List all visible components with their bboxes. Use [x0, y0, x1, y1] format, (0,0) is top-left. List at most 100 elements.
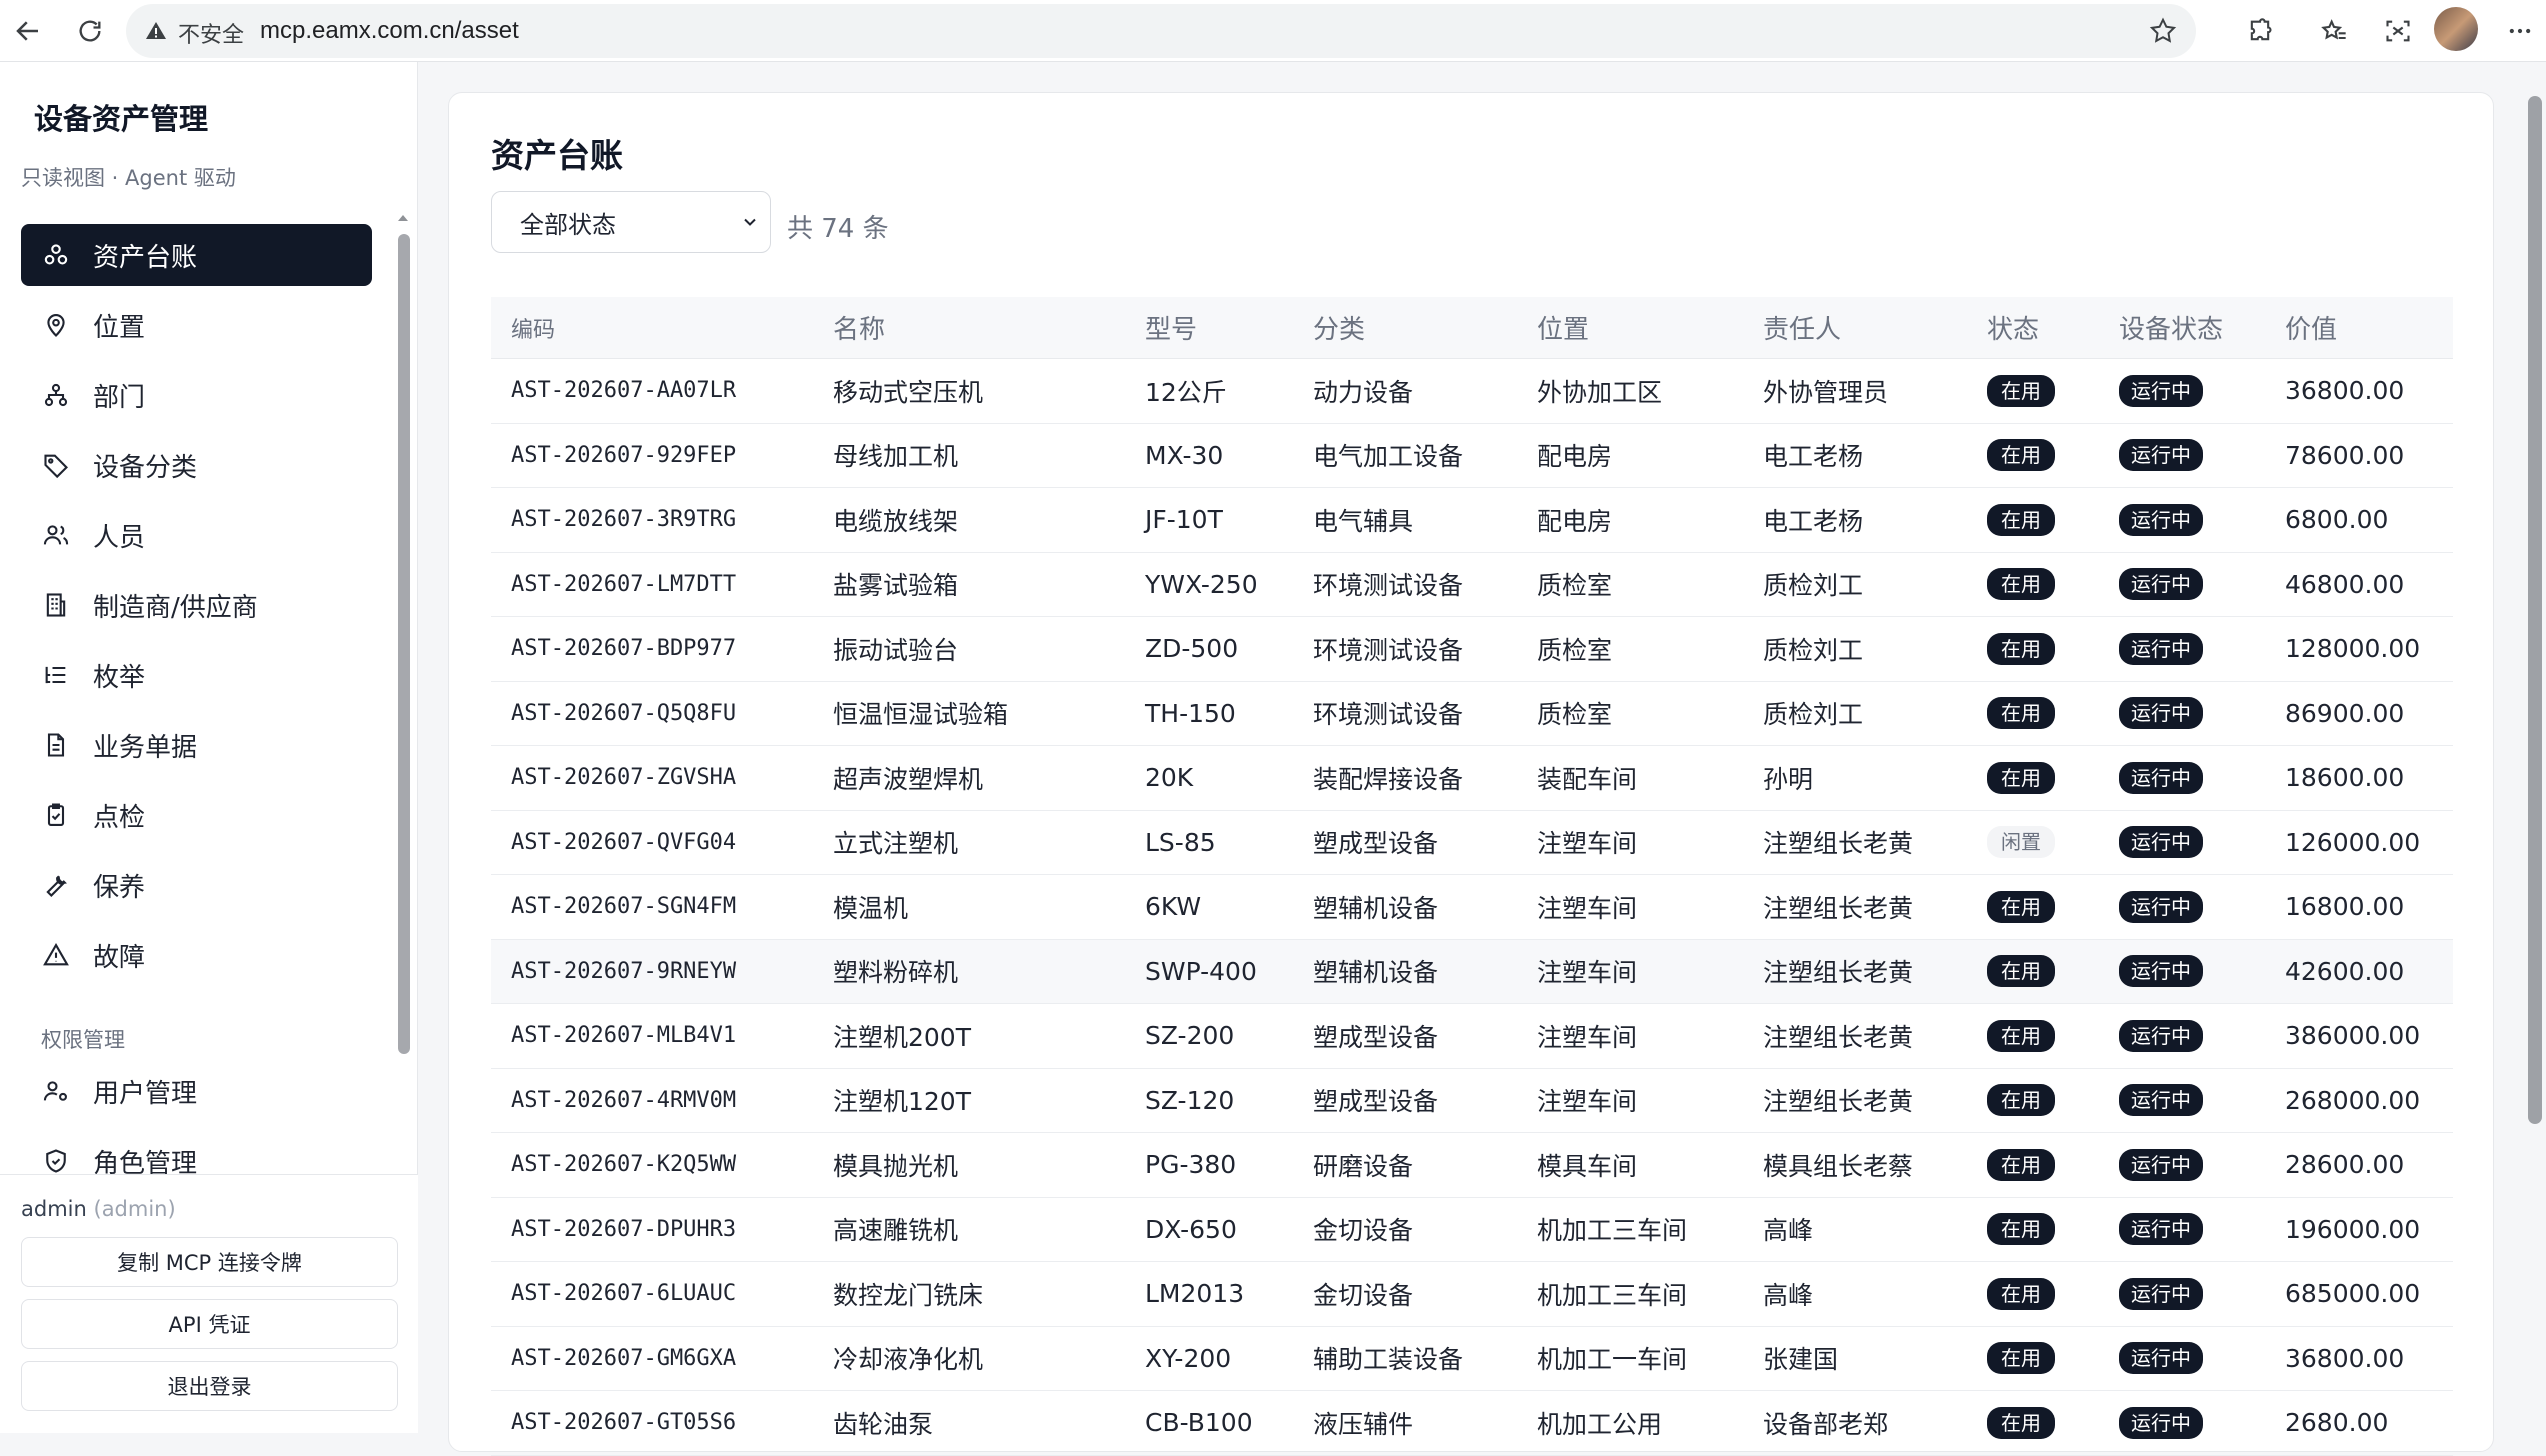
table-row[interactable]: AST-202607-6LUAUC 数控龙门铣床 LM2013 金切设备 机加工三车间 高…	[491, 1262, 2453, 1327]
asset-name: 冷却液净化机	[833, 1345, 984, 1375]
table-row[interactable]: AST-202607-Q5Q8FU 恒温恒湿试验箱 TH-150 环境测试设备 质检室 质…	[491, 682, 2453, 746]
asset-name: 模具抛光机	[833, 1151, 959, 1181]
sidebar-item-label: 部门	[93, 382, 146, 413]
user-name: admin	[21, 1197, 87, 1221]
asset-owner: 电工老杨	[1763, 442, 1864, 472]
column-header[interactable]: 状态	[1967, 309, 2099, 346]
sidebar-item-maintenance[interactable]: 保养	[21, 854, 372, 916]
reload-button[interactable]	[68, 9, 112, 53]
table-row[interactable]: AST-202607-ZGVSHA 超声波塑焊机 20K 装配焊接设备 装配车间 孙明 在用…	[491, 746, 2453, 811]
scroll-up-icon[interactable]	[396, 212, 410, 224]
sidebar-item-fault[interactable]: 故障	[21, 924, 372, 986]
table-row[interactable]: AST-202607-4RMV0M 注塑机120T SZ-120 塑成型设备 注塑车间 注…	[491, 1069, 2453, 1133]
sidebar-item-people[interactable]: 人员	[21, 504, 372, 566]
asset-value: 685000.00	[2285, 1279, 2421, 1309]
people-icon	[41, 520, 71, 550]
asset-location: 注塑车间	[1537, 958, 1638, 988]
device-status-cell: 运行中	[2099, 374, 2265, 407]
api-credentials-button[interactable]: API 凭证	[21, 1299, 398, 1349]
asset-model: DX-650	[1145, 1214, 1237, 1244]
address-bar[interactable]: 不安全 mcp.eamx.com.cn/asset	[126, 4, 2196, 58]
table-row[interactable]: AST-202607-SGN4FM 模温机 6KW 塑辅机设备 注塑车间 注塑组长老黄 在用…	[491, 875, 2453, 940]
table-row[interactable]: AST-202607-929FEP 母线加工机 MX-30 电气加工设备 配电房 电工老杨…	[491, 424, 2453, 488]
asset-model: 6KW	[1145, 892, 1202, 922]
device-status-cell: 运行中	[2099, 697, 2265, 730]
table-row[interactable]: AST-202607-DPUHR3 高速雕铣机 DX-650 金切设备 机加工三车间 高峰…	[491, 1198, 2453, 1262]
device-status-cell: 运行中	[2099, 1277, 2265, 1310]
table-row[interactable]: AST-202607-9RNEYW 塑料粉碎机 SWP-400 塑辅机设备 注塑车间 注塑…	[491, 939, 2453, 1004]
logout-button[interactable]: 退出登录	[21, 1361, 398, 1411]
asset-category: 环境测试设备	[1313, 700, 1464, 730]
back-button[interactable]	[6, 9, 50, 53]
sidebar-item-manufacturer[interactable]: 制造商/供应商	[21, 574, 372, 636]
sidebar-scroll-thumb[interactable]	[398, 234, 410, 1054]
asset-value: 86900.00	[2285, 698, 2405, 728]
sidebar-item-inspection[interactable]: 点检	[21, 784, 372, 846]
sidebar-item-assets[interactable]: 资产台账	[21, 224, 372, 286]
asset-category: 环境测试设备	[1313, 571, 1464, 601]
sidebar-item-enum[interactable]: 枚举	[21, 644, 372, 706]
column-header[interactable]: 设备状态	[2099, 309, 2265, 346]
asset-model: TH-150	[1145, 698, 1236, 728]
device-status-badge: 运行中	[2119, 1213, 2203, 1246]
column-header[interactable]: 编码	[491, 312, 813, 344]
asset-category: 研磨设备	[1313, 1151, 1414, 1181]
profile-avatar[interactable]	[2434, 7, 2478, 51]
favorites-button[interactable]	[2314, 11, 2354, 51]
table-row[interactable]: AST-202607-K2Q5WW 模具抛光机 PG-380 研磨设备 模具车间 模具组长…	[491, 1133, 2453, 1198]
device-status-badge: 运行中	[2119, 697, 2203, 730]
asset-location: 配电房	[1537, 506, 1613, 536]
user-gear-icon	[41, 1076, 71, 1106]
table-row[interactable]: AST-202607-GT05S6 齿轮油泵 CB-B100 液压辅件 机加工公用 设备部…	[491, 1391, 2453, 1456]
sidebar-item-user-management[interactable]: 用户管理	[21, 1060, 372, 1122]
asset-category: 金切设备	[1313, 1216, 1414, 1246]
column-header[interactable]: 价值	[2265, 309, 2453, 346]
sidebar-item-location[interactable]: 位置	[21, 294, 372, 356]
sidebar-item-category[interactable]: 设备分类	[21, 434, 372, 496]
column-header[interactable]: 位置	[1517, 309, 1743, 346]
more-menu-button[interactable]	[2500, 11, 2540, 51]
status-filter-select[interactable]: 全部状态	[491, 191, 771, 253]
sidebar-item-label: 点检	[93, 802, 146, 833]
url-text[interactable]: mcp.eamx.com.cn/asset	[260, 17, 519, 45]
bookmark-star-icon[interactable]	[2148, 16, 2178, 46]
status-cell: 在用	[1967, 890, 2099, 923]
column-header[interactable]: 分类	[1293, 309, 1517, 346]
table-row[interactable]: AST-202607-BDP977 振动试验台 ZD-500 环境测试设备 质检室 质检刘…	[491, 617, 2453, 682]
asset-name: 盐雾试验箱	[833, 571, 959, 601]
status-cell: 在用	[1967, 761, 2099, 794]
asset-owner: 质检刘工	[1763, 635, 1864, 665]
status-cell: 在用	[1967, 1084, 2099, 1117]
table-row[interactable]: AST-202607-MLB4V1 注塑机200T SZ-200 塑成型设备 注塑车间 注…	[491, 1004, 2453, 1069]
asset-code: AST-202607-AA07LR	[511, 378, 737, 404]
sidebar-item-label: 保养	[93, 872, 146, 903]
asset-model: SZ-120	[1145, 1085, 1235, 1115]
sidebar-item-department[interactable]: 部门	[21, 364, 372, 426]
table-row[interactable]: AST-202607-LM7DTT 盐雾试验箱 YWX-250 环境测试设备 质检室 质检…	[491, 553, 2453, 617]
page-scrollbar-thumb[interactable]	[2528, 96, 2542, 1124]
asset-location: 质检室	[1537, 700, 1613, 730]
asset-name: 移动式空压机	[833, 377, 984, 407]
status-badge: 在用	[1987, 1213, 2055, 1246]
table-header: 编码 名称 型号 分类 位置 责任人 状态 设备状态 价值	[491, 297, 2453, 359]
asset-category: 动力设备	[1313, 377, 1414, 407]
table-row[interactable]: AST-202607-QVFG04 立式注塑机 LS-85 塑成型设备 注塑车间 注塑组长…	[491, 811, 2453, 875]
table-row[interactable]: AST-202607-AA07LR 移动式空压机 12公斤 动力设备 外协加工区 外协管理…	[491, 359, 2453, 424]
column-header[interactable]: 型号	[1125, 309, 1293, 346]
asset-code: AST-202607-DPUHR3	[511, 1216, 737, 1242]
extensions-button[interactable]	[2240, 11, 2280, 51]
asset-model: SWP-400	[1145, 956, 1257, 986]
status-cell: 在用	[1967, 374, 2099, 407]
asset-value: 196000.00	[2285, 1214, 2421, 1244]
asset-value: 16800.00	[2285, 892, 2405, 922]
asset-location: 注塑车间	[1537, 829, 1638, 859]
table-row[interactable]: AST-202607-GM6GXA 冷却液净化机 XY-200 辅助工装设备 机加工一车…	[491, 1327, 2453, 1391]
sidebar-item-documents[interactable]: 业务单据	[21, 714, 372, 776]
asset-owner: 注塑组长老黄	[1763, 958, 1914, 988]
table-row[interactable]: AST-202607-3R9TRG 电缆放线架 JF-10T 电气辅具 配电房 电工老杨 在…	[491, 488, 2453, 553]
column-header[interactable]: 名称	[813, 309, 1125, 346]
status-badge: 在用	[1987, 503, 2055, 536]
column-header[interactable]: 责任人	[1743, 309, 1967, 346]
screenshot-button[interactable]	[2378, 11, 2418, 51]
copy-mcp-token-button[interactable]: 复制 MCP 连接令牌	[21, 1237, 398, 1287]
